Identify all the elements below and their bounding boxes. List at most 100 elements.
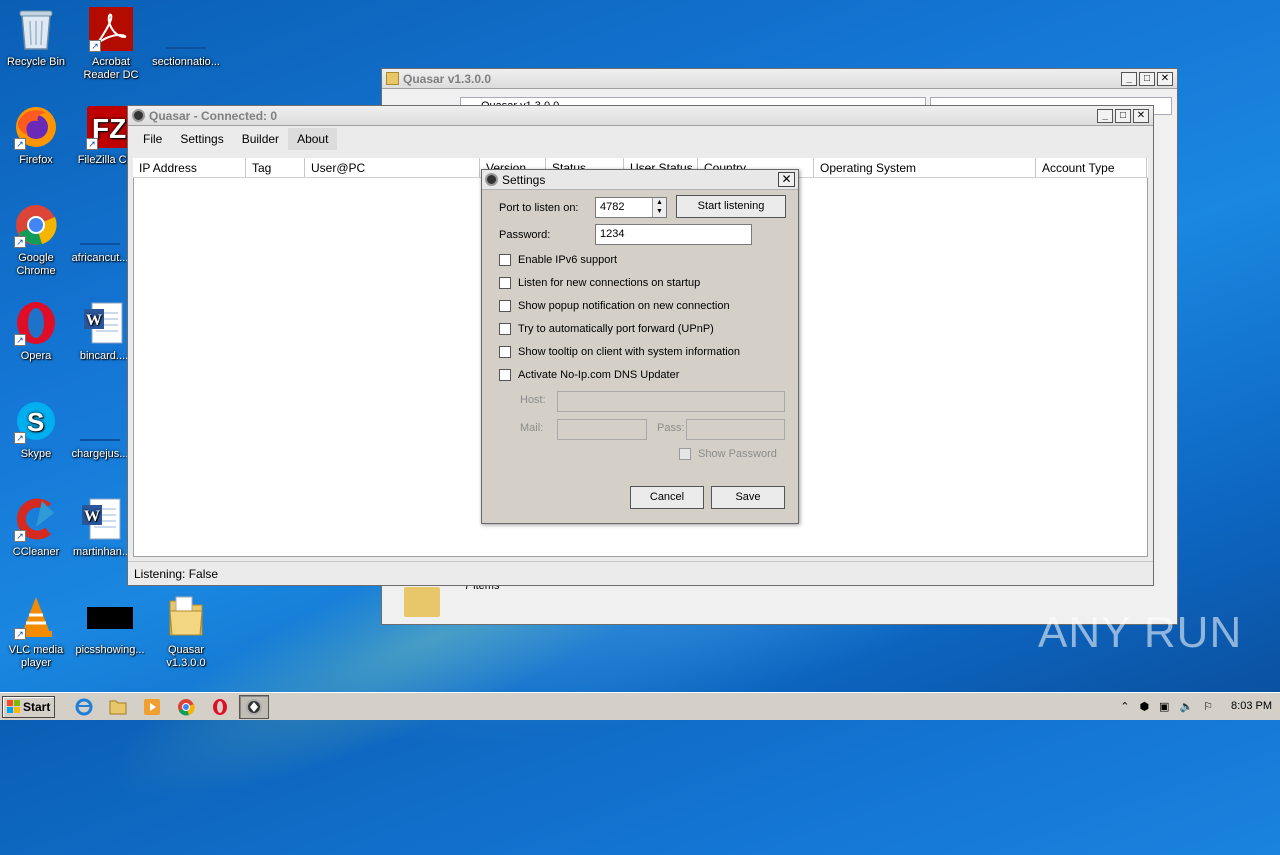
ccleaner-icon: ↗ bbox=[12, 496, 60, 542]
explorer-folder-glyph bbox=[404, 587, 440, 617]
desktop-icon-label: VLC media player bbox=[8, 644, 64, 669]
close-button[interactable]: ✕ bbox=[1133, 108, 1149, 123]
desktop-icon-label: picsshowing... bbox=[75, 644, 145, 656]
column-operating-system[interactable]: Operating System bbox=[814, 158, 1036, 177]
checkbox-show-password[interactable]: Show Password bbox=[679, 448, 777, 460]
checkbox-label: Show popup notification on new connectio… bbox=[518, 300, 730, 312]
explorer-title: Quasar v1.3.0.0 bbox=[403, 71, 492, 86]
svg-text:W: W bbox=[86, 312, 102, 329]
stepper-arrows-icon[interactable]: ▲ ▼ bbox=[652, 198, 666, 217]
checkbox-popup-notification[interactable]: Show popup notification on new connectio… bbox=[499, 300, 730, 312]
desktop-icon-recycle-bin[interactable]: Recycle Bin bbox=[0, 6, 72, 69]
checkbox-ipv6[interactable]: Enable IPv6 support bbox=[499, 254, 617, 266]
folder-icon bbox=[109, 700, 127, 714]
checkbox-box[interactable] bbox=[499, 346, 511, 358]
opera-icon: ↗ bbox=[12, 300, 60, 346]
checkbox-tooltip[interactable]: Show tooltip on client with system infor… bbox=[499, 346, 740, 358]
quasar-tray-icon[interactable]: ⬢ bbox=[1139, 700, 1149, 713]
taskbar-chrome-button[interactable] bbox=[171, 695, 201, 719]
desktop-icon-label: Google Chrome bbox=[16, 252, 56, 277]
watermark-text: ANY RUN bbox=[1038, 608, 1243, 657]
minimize-button[interactable]: _ bbox=[1121, 71, 1137, 86]
desktop-icon-skype[interactable]: S ↗ Skype bbox=[0, 398, 72, 461]
checkbox-upnp[interactable]: Try to automatically port forward (UPnP) bbox=[499, 323, 714, 335]
acrobat-icon: ↗ bbox=[87, 6, 135, 52]
minimize-button[interactable]: _ bbox=[1097, 108, 1113, 123]
menu-builder[interactable]: Builder bbox=[233, 128, 288, 150]
checkbox-box[interactable] bbox=[499, 369, 511, 381]
desktop-icon-quasar[interactable]: Quasar v1.3.0.0 bbox=[150, 594, 222, 670]
tray-expand-icon[interactable]: ⌃ bbox=[1120, 700, 1129, 713]
desktop-icon-firefox[interactable]: ↗ Firefox bbox=[0, 104, 72, 167]
column-account-type[interactable]: Account Type bbox=[1036, 158, 1147, 177]
checkbox-label: Show tooltip on client with system infor… bbox=[518, 346, 740, 358]
mail-label: Mail: bbox=[520, 422, 544, 434]
settings-titlebar[interactable]: Settings ✕ bbox=[482, 170, 798, 190]
folder-icon bbox=[162, 594, 210, 640]
system-tray: ⌃ ⬢ ▣ 🔈 ⚐ 8:03 PM bbox=[1110, 695, 1280, 717]
desktop-icon-africancut[interactable]: africancut... bbox=[64, 202, 136, 265]
menu-file[interactable]: File bbox=[134, 128, 171, 150]
desktop-icon-vlc[interactable]: ↗ VLC media player bbox=[0, 594, 72, 670]
save-button[interactable]: Save bbox=[711, 486, 785, 509]
desktop-icon-ccleaner[interactable]: ↗ CCleaner bbox=[0, 496, 72, 559]
quasar-title: Quasar - Connected: 0 bbox=[149, 108, 278, 123]
desktop-icon-opera[interactable]: ↗ Opera bbox=[0, 300, 72, 363]
port-stepper[interactable]: 4782 ▲ ▼ bbox=[595, 197, 667, 218]
taskbar-explorer-button[interactable] bbox=[103, 695, 133, 719]
desktop-icon-acrobat[interactable]: ↗ Acrobat Reader DC bbox=[75, 6, 147, 82]
host-field[interactable] bbox=[557, 391, 785, 412]
windows-flag-icon bbox=[7, 700, 20, 713]
status-bar: Listening: False bbox=[128, 561, 1153, 585]
close-button[interactable]: ✕ bbox=[778, 172, 795, 187]
shortcut-arrow-icon: ↗ bbox=[14, 236, 26, 248]
desktop-icon-label: CCleaner bbox=[12, 546, 60, 558]
desktop-icon-label: Acrobat Reader DC bbox=[83, 56, 139, 81]
network-icon[interactable]: ▣ bbox=[1159, 700, 1169, 713]
checkbox-label: Activate No-Ip.com DNS Updater bbox=[518, 369, 680, 381]
taskbar-quasar-button[interactable] bbox=[239, 694, 270, 719]
desktop-icon-label: Quasar v1.3.0.0 bbox=[166, 644, 206, 669]
checkbox-box[interactable] bbox=[499, 300, 511, 312]
menu-settings[interactable]: Settings bbox=[171, 128, 232, 150]
close-button[interactable]: ✕ bbox=[1157, 71, 1173, 86]
column-tag[interactable]: Tag bbox=[246, 158, 305, 177]
checkbox-box[interactable] bbox=[499, 277, 511, 289]
maximize-button[interactable]: □ bbox=[1139, 71, 1155, 86]
explorer-titlebar[interactable]: Quasar v1.3.0.0 _ □ ✕ bbox=[382, 69, 1177, 89]
document-icon bbox=[76, 202, 124, 248]
chrome-icon bbox=[178, 698, 196, 716]
start-listening-button[interactable]: Start listening bbox=[676, 195, 786, 218]
checkbox-box[interactable] bbox=[499, 323, 511, 335]
desktop-icon-chargejus[interactable]: chargejus... bbox=[64, 398, 136, 461]
taskbar-opera-button[interactable] bbox=[205, 695, 235, 719]
clock[interactable]: 8:03 PM bbox=[1231, 700, 1272, 712]
quasar-logo-icon bbox=[246, 698, 263, 715]
port-value: 4782 bbox=[600, 201, 625, 213]
column-user-pc[interactable]: User@PC bbox=[305, 158, 480, 177]
volume-icon[interactable]: 🔈 bbox=[1179, 700, 1193, 713]
action-center-flag-icon[interactable]: ⚐ bbox=[1203, 700, 1213, 713]
taskbar-media-button[interactable] bbox=[137, 695, 167, 719]
desktop-icon-label: africancut... bbox=[71, 252, 129, 264]
desktop-icon-picsshowing[interactable]: picsshowing... bbox=[74, 594, 146, 657]
quasar-titlebar[interactable]: Quasar - Connected: 0 _ □ ✕ bbox=[128, 106, 1153, 126]
settings-dialog[interactable]: Settings ✕ Port to listen on: 4782 ▲ ▼ St… bbox=[481, 169, 799, 524]
checkbox-listen-on-startup[interactable]: Listen for new connections on startup bbox=[499, 277, 700, 289]
cancel-button[interactable]: Cancel bbox=[630, 486, 704, 509]
pass-field[interactable] bbox=[686, 419, 785, 440]
menu-about[interactable]: About bbox=[288, 128, 338, 150]
checkbox-box[interactable] bbox=[679, 448, 691, 460]
column-ip-address[interactable]: IP Address bbox=[133, 158, 246, 177]
checkbox-box[interactable] bbox=[499, 254, 511, 266]
maximize-button[interactable]: □ bbox=[1115, 108, 1131, 123]
desktop-icon-sectionnatio[interactable]: sectionnatio... bbox=[150, 6, 222, 69]
mail-field[interactable] bbox=[557, 419, 647, 440]
listening-status: Listening: False bbox=[134, 567, 219, 581]
checkbox-noip-dns[interactable]: Activate No-Ip.com DNS Updater bbox=[499, 369, 679, 381]
password-field[interactable]: 1234 bbox=[595, 224, 752, 245]
port-label: Port to listen on: bbox=[499, 202, 579, 214]
start-button[interactable]: Start bbox=[2, 695, 56, 718]
desktop-icon-chrome[interactable]: ↗ Google Chrome bbox=[0, 202, 72, 278]
taskbar-ie-button[interactable] bbox=[69, 695, 99, 719]
